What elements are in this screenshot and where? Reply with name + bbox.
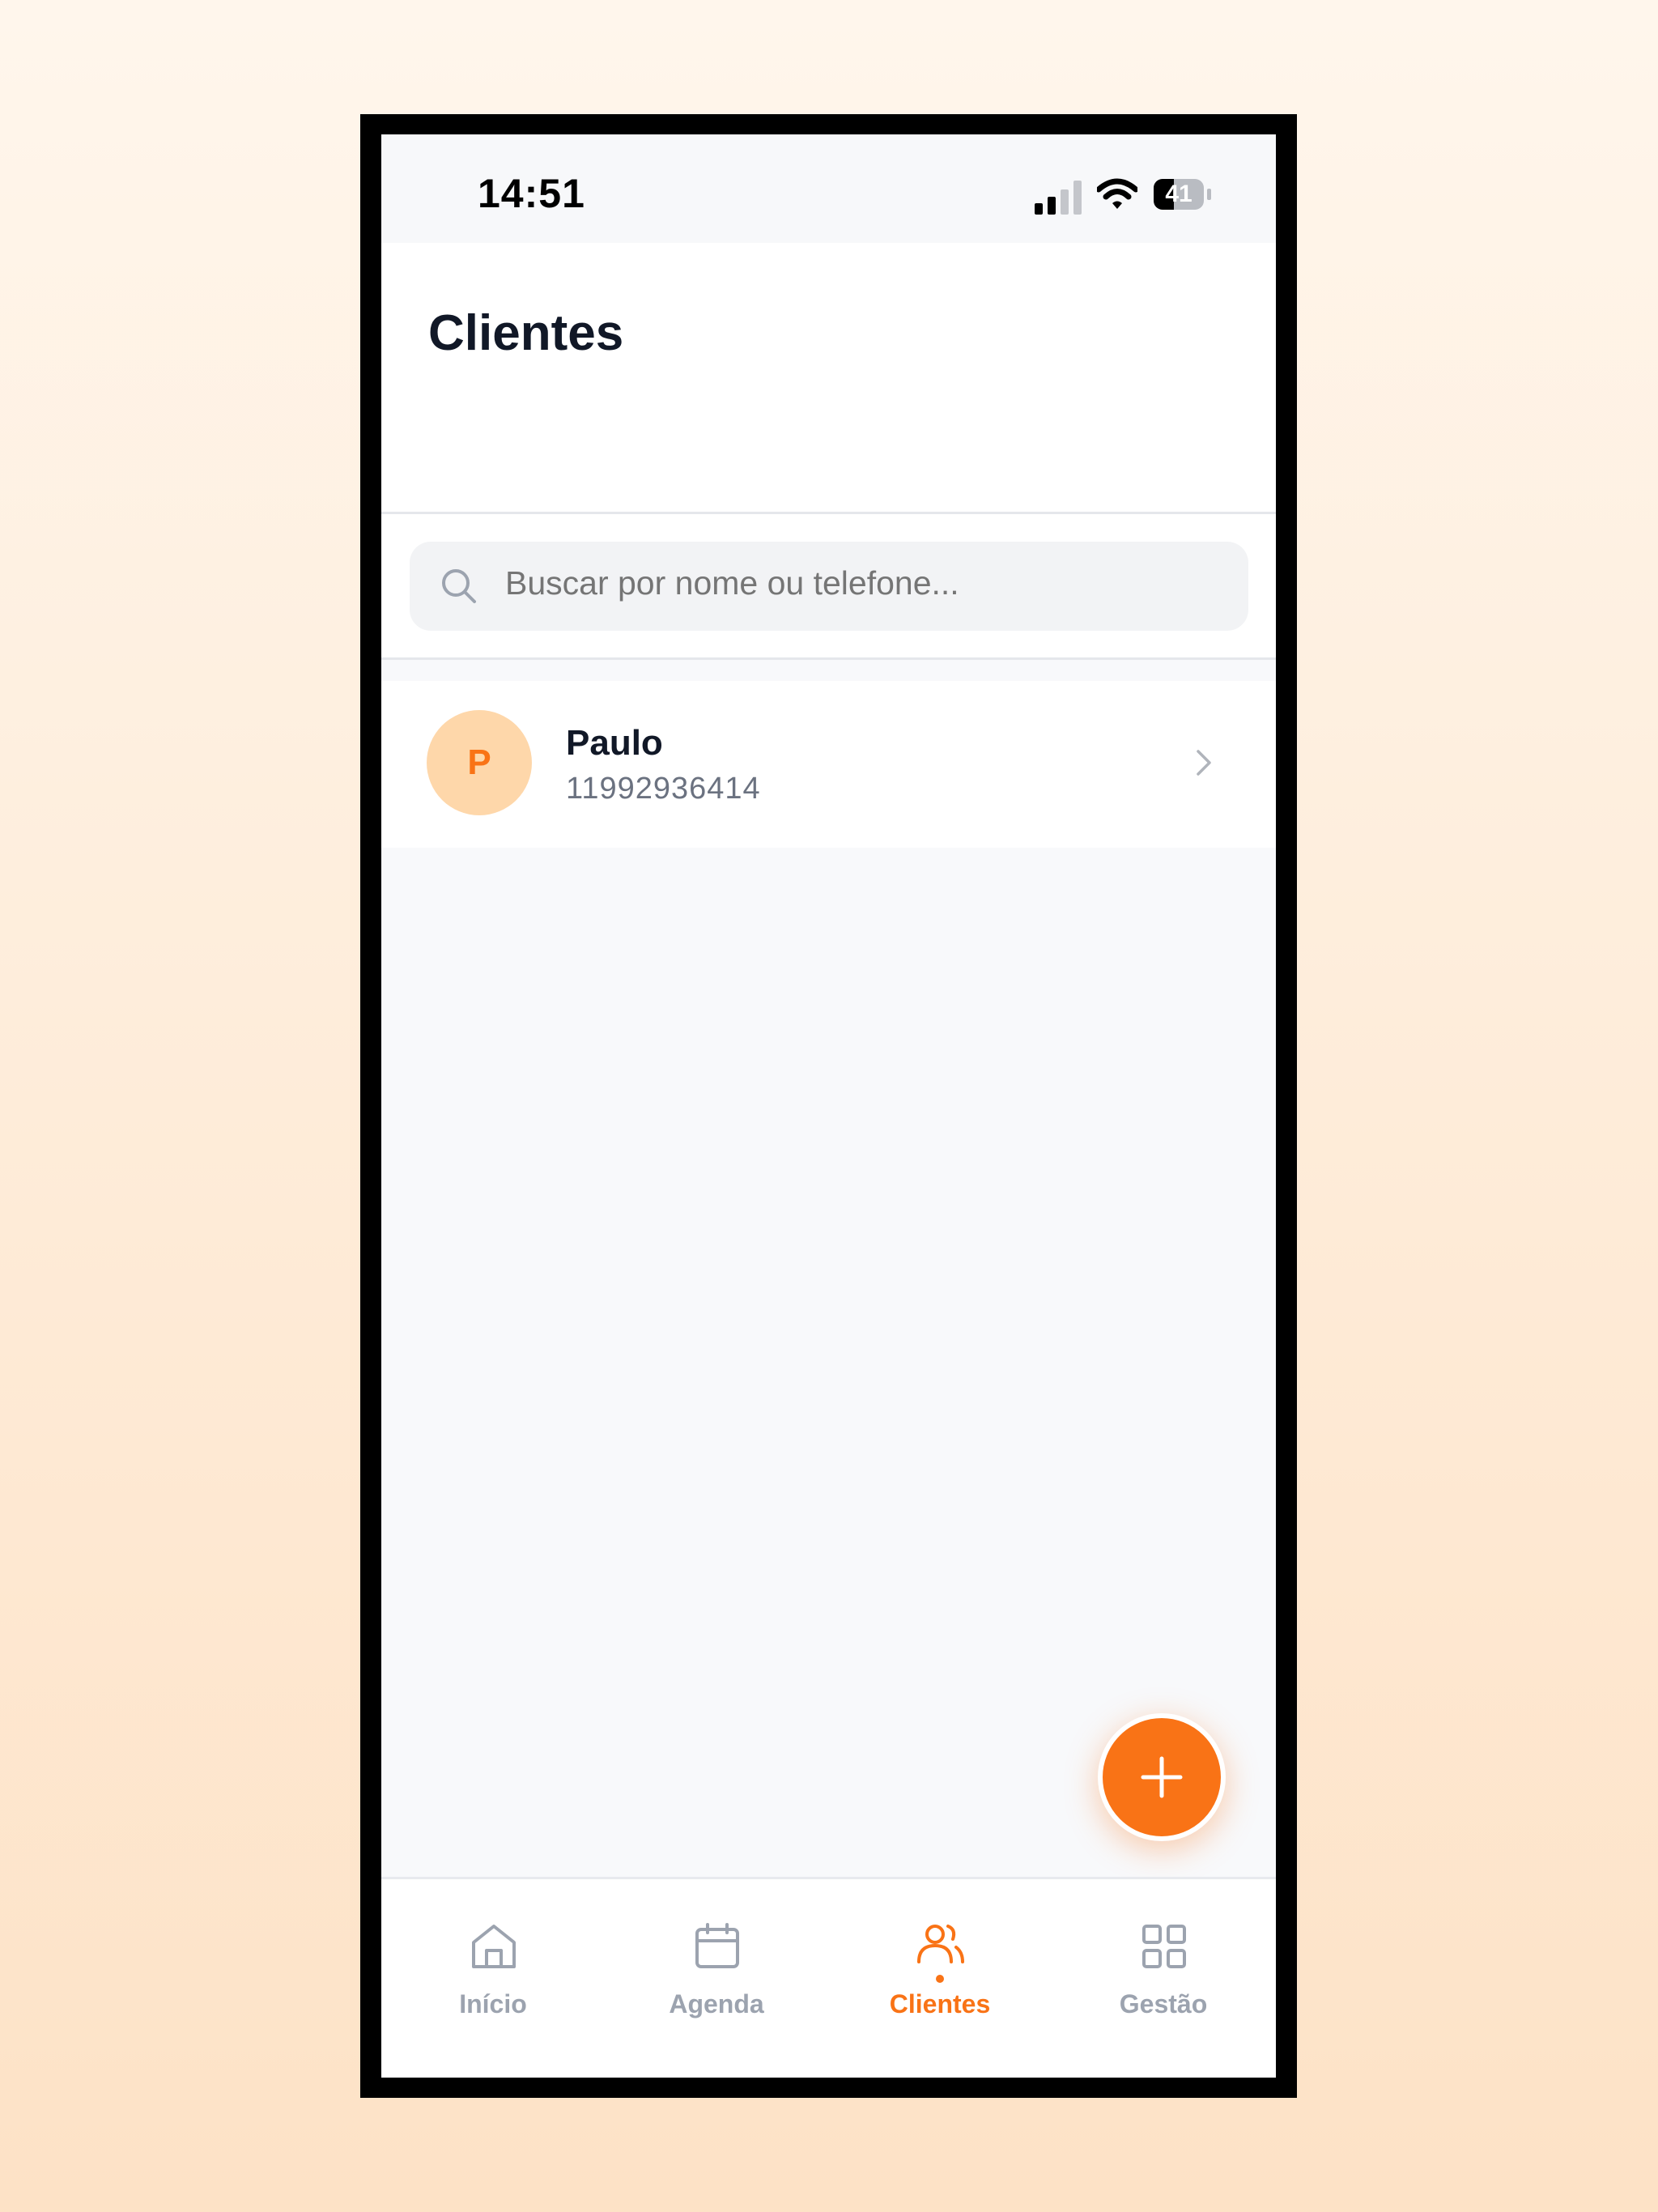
nav-label: Clientes — [889, 1989, 991, 2018]
bottom-nav: Início Agenda Clientes Gestão — [381, 1877, 1276, 2078]
add-client-button[interactable] — [1098, 1713, 1226, 1841]
calendar-icon — [695, 1923, 739, 1968]
page-header — [381, 243, 1276, 512]
nav-label: Gestão — [1119, 1989, 1208, 2018]
avatar: P — [427, 710, 532, 815]
cellular-signal-icon — [1035, 181, 1082, 215]
client-name: Paulo — [566, 723, 663, 763]
search-bar[interactable] — [410, 542, 1248, 631]
plus-icon — [1141, 1756, 1183, 1798]
page-title: Clientes — [428, 305, 624, 361]
search-input[interactable] — [505, 564, 1218, 602]
active-indicator — [936, 1975, 944, 1983]
status-time: 14:51 — [478, 171, 585, 216]
nav-item-inicio[interactable]: Início — [381, 1879, 605, 2078]
device-frame: 14:51 41 Clientes Buscar por nome ou tel… — [360, 114, 1297, 2098]
nav-item-agenda[interactable]: Agenda — [605, 1879, 828, 2078]
chevron-right-icon — [1197, 750, 1211, 776]
divider — [381, 657, 1276, 660]
nav-label: Início — [459, 1989, 527, 2018]
users-icon — [917, 1925, 964, 1963]
wifi-icon — [1097, 178, 1137, 209]
battery-level: 41 — [1165, 181, 1192, 207]
battery-icon: 41 — [1154, 179, 1211, 210]
home-icon — [472, 1925, 516, 1968]
client-phone: 11992936414 — [566, 772, 761, 806]
nav-item-gestao[interactable]: Gestão — [1052, 1879, 1275, 2078]
grid-icon — [1142, 1925, 1186, 1968]
search-icon — [442, 569, 476, 603]
nav-item-clientes[interactable]: Clientes — [828, 1879, 1052, 2078]
client-list-item[interactable]: P Paulo 11992936414 — [381, 681, 1276, 848]
status-bar: 14:51 41 — [381, 134, 1276, 243]
app-screen: 14:51 41 Clientes Buscar por nome ou tel… — [381, 134, 1276, 2078]
nav-label: Agenda — [669, 1989, 764, 2018]
